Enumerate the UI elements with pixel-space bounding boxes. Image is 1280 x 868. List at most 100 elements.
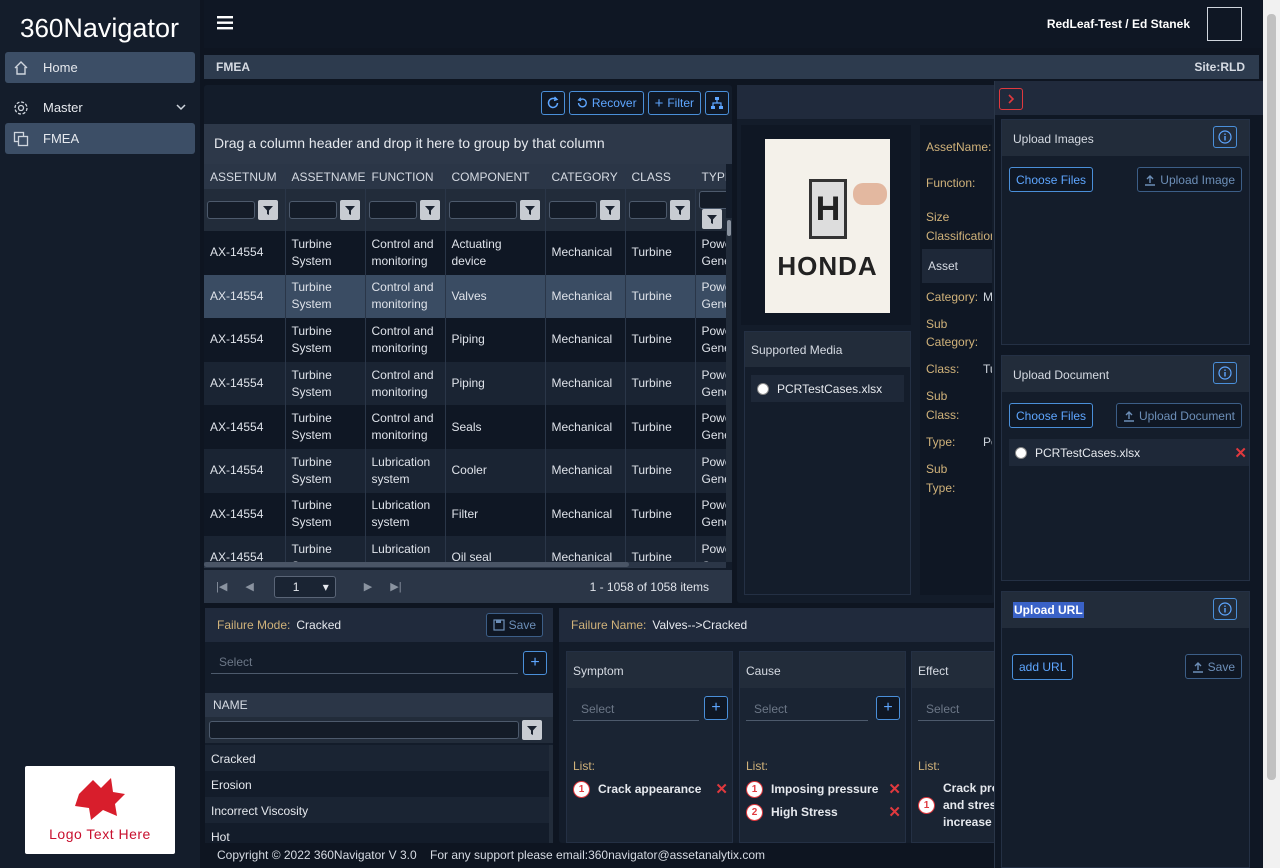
grid-horizontal-scrollbar[interactable] [204,562,726,568]
upload-images-title: Upload Images [1002,120,1249,156]
name-filter-input[interactable] [209,721,519,739]
table-row[interactable]: AX-14554 Turbine System Control and monito… [204,274,726,319]
column-filter-input[interactable] [368,201,417,219]
list-item[interactable]: Hot [205,823,549,843]
failure-mode-scrollbar[interactable] [549,745,553,843]
table-row[interactable]: AX-14554 Turbine System Control and monito… [204,405,726,449]
gear-icon [13,100,29,116]
refresh-button[interactable] [540,91,565,115]
column-header-assetnum[interactable]: ASSETNUM [204,164,286,189]
filter-icon[interactable] [522,720,542,740]
filter-icon[interactable] [669,200,690,220]
add-cause-button[interactable]: + [876,696,900,720]
table-row[interactable]: AX-14554Turbine SystemLubrication system… [204,536,726,562]
column-filter-input[interactable] [548,201,597,219]
radio-button[interactable] [757,382,769,395]
collapse-drawer-button[interactable] [999,88,1023,110]
symptom-select[interactable]: Select [573,697,699,721]
media-file-item[interactable]: PCRTestCases.xlsx [751,375,904,402]
filter-icon[interactable] [599,200,620,220]
filter-icon[interactable] [419,200,440,220]
sidebar-item-home[interactable]: Home [5,52,195,83]
add-failure-mode-button[interactable]: + [523,651,547,675]
upload-image-button[interactable]: Upload Image [1137,167,1242,192]
table-cell: Turbine [625,536,696,562]
prev-page-icon[interactable]: ◀ [245,580,253,593]
info-icon[interactable] [1213,598,1237,620]
save-icon [493,619,505,631]
first-page-icon[interactable]: |◀ [216,580,227,593]
hamburger-menu-icon[interactable] [217,16,233,33]
recover-button[interactable]: Recover [568,91,644,115]
column-header-type[interactable]: TYPE [695,164,726,189]
column-header-assetname[interactable]: ASSETNAME [285,164,366,189]
type-label: Type: [926,435,956,449]
column-header-function[interactable]: FUNCTION [365,164,446,189]
column-header-class[interactable]: CLASS [625,164,696,189]
filter-icon[interactable] [258,200,278,220]
delete-icon[interactable]: ✕ [888,780,901,798]
table-row[interactable]: AX-14554Turbine SystemLubrication system… [204,448,726,493]
delete-icon[interactable]: ✕ [888,803,901,821]
sidebar-item-fmea[interactable]: FMEA [5,123,195,154]
group-drop-zone[interactable]: Drag a column header and drop it here to… [204,124,732,164]
column-filter-input[interactable] [288,201,337,219]
filter-icon[interactable] [701,209,722,229]
next-page-icon[interactable]: ▶ [364,580,372,593]
effect-item-text: Crack pro and stres increase [943,781,995,829]
column-header-component[interactable]: COMPONENT [445,164,546,189]
filter-button[interactable]: + Filter [647,91,701,115]
upload-document-title: Upload Document [1002,356,1249,392]
table-row[interactable]: AX-14554Turbine SystemLubrication system… [204,492,726,537]
cause-select[interactable]: Select [746,697,868,721]
effect-title: Effect [912,652,994,688]
radio-button[interactable] [1015,446,1027,459]
delete-icon[interactable]: ✕ [715,780,728,798]
failure-name-header: Failure Name: Valves-->Cracked [559,608,995,642]
app-logo[interactable]: 360 Navigator [20,10,190,46]
add-url-button[interactable]: add URL [1012,654,1074,680]
page-scrollbar[interactable] [1263,0,1280,868]
choose-images-button[interactable]: Choose Files [1009,167,1094,192]
effect-select[interactable]: Select [918,697,994,721]
failure-mode-value: Cracked [296,618,342,632]
grid-vertical-scrollbar[interactable] [726,218,732,562]
table-cell: Control and monitoring [365,274,446,319]
asset-image-frame: H HONDA [741,125,911,325]
sidebar-item-master[interactable]: Master [5,92,195,123]
add-symptom-button[interactable]: + [704,696,728,720]
name-column-header[interactable]: NAME [205,693,553,717]
upload-document-button[interactable]: Upload Document [1115,403,1242,428]
filter-icon[interactable] [339,200,360,220]
info-icon[interactable] [1213,362,1237,384]
list-item[interactable]: Incorrect Viscosity [205,797,549,823]
failure-mode-save-button[interactable]: Save [485,613,543,637]
column-filter-input[interactable] [628,201,667,219]
info-icon[interactable] [1213,126,1237,148]
table-row[interactable]: AX-14554 Turbine System Control and monito… [204,231,726,275]
scrollbar-thumb[interactable] [1267,14,1276,780]
choose-documents-button[interactable]: Choose Files [1009,403,1094,428]
table-row[interactable]: AX-14554 Turbine System Control and monito… [204,361,726,406]
hierarchy-button[interactable] [705,91,729,115]
table-row[interactable]: AX-14554 Turbine System Control and monito… [204,318,726,362]
upload-url-title: Upload URL [1013,602,1084,618]
column-filter-input[interactable] [207,201,255,219]
column-filter-input[interactable] [698,191,726,209]
last-page-icon[interactable]: ▶| [390,580,401,593]
failure-mode-select[interactable]: Select [211,650,518,674]
footer: Copyright © 2022 360Navigator V 3.0 For … [217,848,765,862]
column-filter-input[interactable] [448,201,517,219]
document-file-item[interactable]: PCRTestCases.xlsx ✕ [1009,439,1249,466]
delete-icon[interactable]: ✕ [1234,444,1247,462]
filter-icon[interactable] [519,200,540,220]
asset-image[interactable]: H HONDA [765,139,890,313]
items-info: 1 - 1058 of 1058 items [589,579,709,594]
column-header-category[interactable]: CATEGORY [545,164,626,189]
avatar[interactable] [1207,7,1242,41]
save-url-button[interactable]: Save [1184,654,1242,679]
page-select[interactable]: 1 ▾ [273,575,336,598]
list-item[interactable]: Erosion [205,771,549,797]
list-item[interactable]: Cracked [205,745,549,771]
user-name[interactable]: RedLeaf-Test / Ed Stanek [1047,17,1190,31]
